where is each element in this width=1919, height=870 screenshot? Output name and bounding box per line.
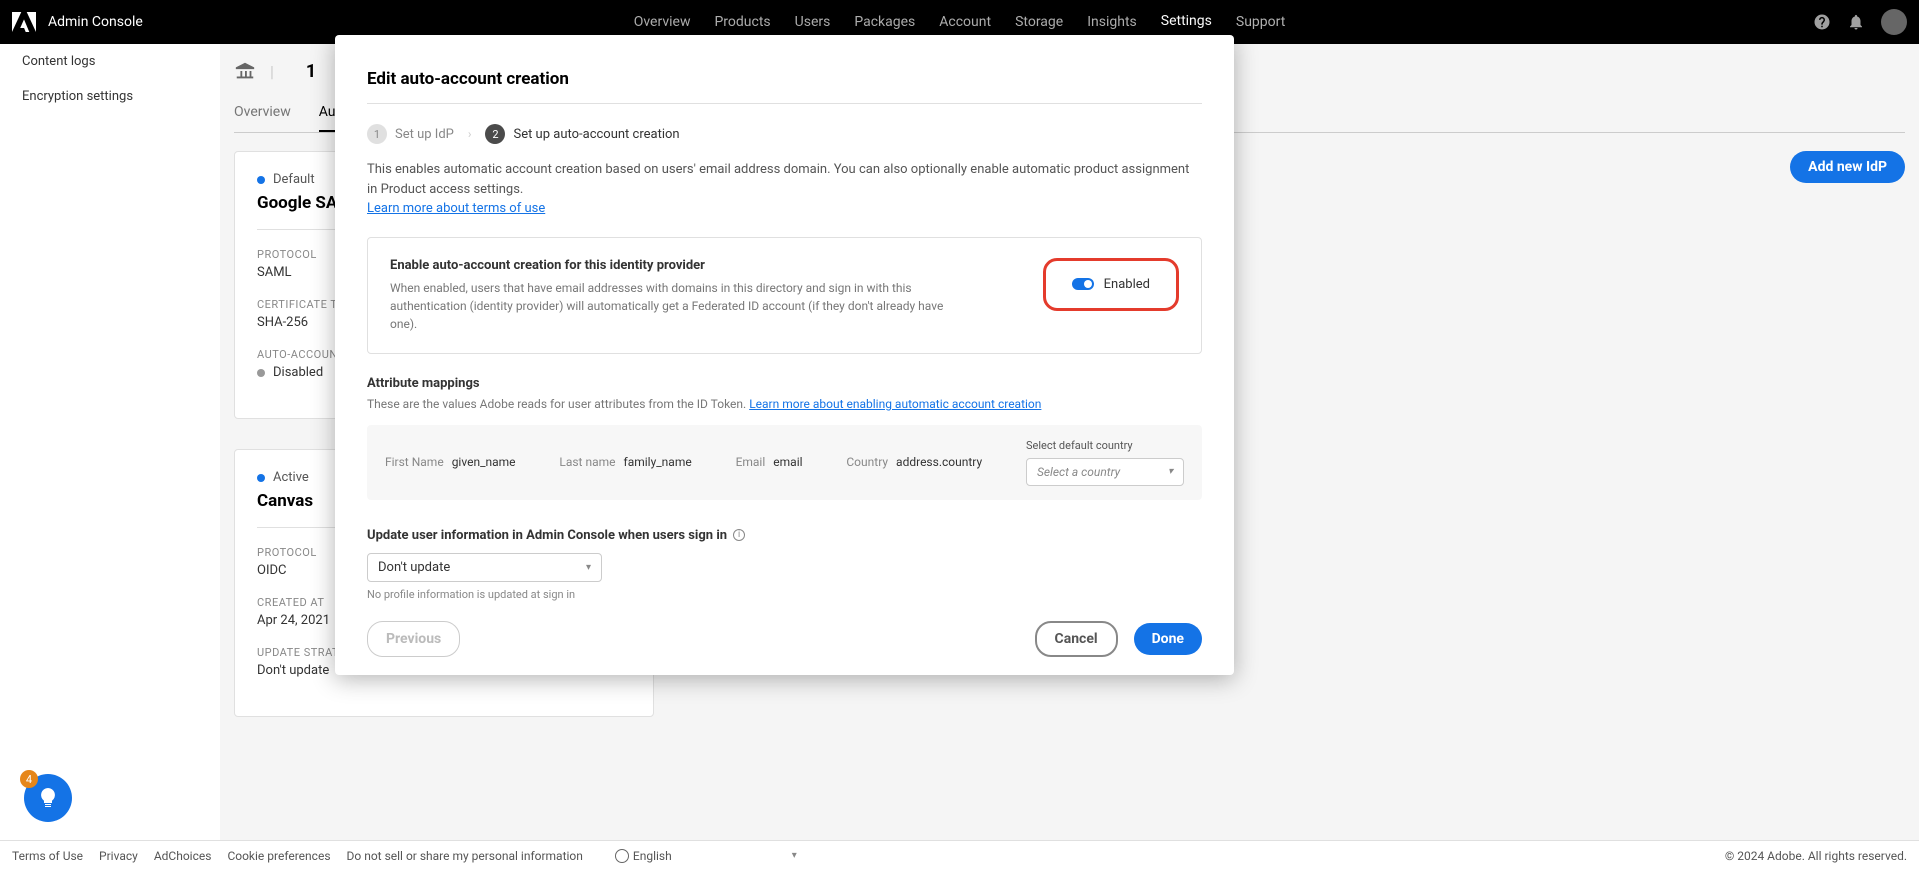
learn-more-terms-link[interactable]: Learn more about terms of use [367,201,545,216]
sidebar-item-encryption[interactable]: Encryption settings [0,79,220,114]
enable-panel-title: Enable auto-account creation for this id… [390,258,960,273]
done-button[interactable]: Done [1134,623,1202,655]
footer-donotsell[interactable]: Do not sell or share my personal informa… [347,849,583,863]
bell-icon[interactable] [1847,13,1865,31]
attr-label: Last name [559,455,615,469]
attr-value: email [773,455,802,469]
avatar[interactable] [1881,9,1907,35]
country-select-label: Select default country [1026,439,1184,452]
country-select[interactable]: Select a country ▾ [1026,458,1184,486]
sidebar: Content logs Encryption settings [0,44,220,840]
footer-adchoices[interactable]: AdChoices [154,849,212,863]
previous-button[interactable]: Previous [367,621,460,657]
copyright: © 2024 Adobe. All rights reserved. [1725,849,1907,863]
enable-toggle-highlight: Enabled [1043,258,1179,311]
attr-label: Country [846,455,888,469]
modal-title: Edit auto-account creation [367,69,1202,104]
enable-panel-desc: When enabled, users that have email addr… [390,279,960,333]
globe-icon [615,849,629,863]
idp-status: Active [273,470,309,485]
attribute-row: First Name given_name Last name family_nam… [367,425,1202,500]
help-tips-button[interactable]: 4 [24,774,72,822]
step-1: 1 Set up IdP [367,124,454,144]
enable-toggle-label: Enabled [1104,277,1150,292]
status-dot-gray [257,369,265,377]
enable-panel: Enable auto-account creation for this id… [367,237,1202,354]
step-2: 2 Set up auto-account creation [485,124,679,144]
stepper: 1 Set up IdP › 2 Set up auto-account cre… [367,124,1202,144]
directory-count: 1 [288,61,316,82]
edit-auto-account-modal: Edit auto-account creation 1 Set up IdP … [335,35,1234,675]
footer-privacy[interactable]: Privacy [99,849,138,863]
info-icon[interactable]: i [733,529,745,541]
chevron-down-icon: ▾ [586,562,591,573]
help-icon[interactable] [1813,13,1831,31]
field-value: Disabled [273,365,323,380]
organization-icon [234,60,256,82]
footer: Terms of Use Privacy AdChoices Cookie pr… [0,840,1919,870]
learn-more-account-creation-link[interactable]: Learn more about enabling automatic acco… [749,397,1041,411]
add-new-idp-button[interactable]: Add new IdP [1790,151,1905,183]
attr-value: address.country [896,455,982,469]
update-strategy-select[interactable]: Don't update ▾ [367,553,602,582]
tab-overview[interactable]: Overview [234,94,291,132]
help-count-badge: 4 [20,770,38,788]
language-selector[interactable]: English ▾ [615,849,797,863]
lightbulb-icon [36,786,60,810]
footer-terms[interactable]: Terms of Use [12,849,83,863]
nav-support[interactable]: Support [1224,0,1297,44]
attr-label: Email [736,455,766,469]
footer-cookie[interactable]: Cookie preferences [227,849,330,863]
update-info-title: Update user information in Admin Console… [367,528,727,543]
attr-value: family_name [624,455,692,469]
chevron-right-icon: › [468,127,472,141]
idp-status: Default [273,172,315,187]
attribute-mappings-title: Attribute mappings [367,376,1202,391]
enable-toggle[interactable] [1072,278,1094,290]
attr-value: given_name [452,455,516,469]
status-dot [257,474,265,482]
sidebar-item-content-logs[interactable]: Content logs [0,44,220,79]
adobe-logo-icon [12,10,36,34]
chevron-down-icon: ▾ [792,850,797,861]
attr-label: First Name [385,455,444,469]
modal-description: This enables automatic account creation … [367,162,1189,197]
update-hint: No profile information is updated at sig… [367,588,1202,601]
app-title: Admin Console [48,14,143,30]
attribute-mappings-desc: These are the values Adobe reads for use… [367,397,746,411]
cancel-button[interactable]: Cancel [1035,621,1118,657]
chevron-down-icon: ▾ [1168,466,1173,477]
status-dot [257,176,265,184]
